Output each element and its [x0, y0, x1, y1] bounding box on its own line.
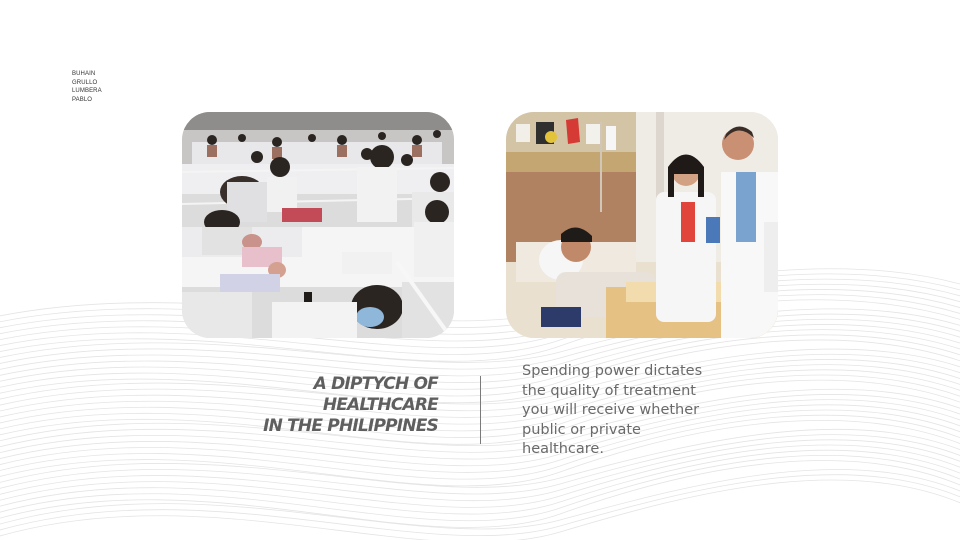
author-name: PABLO [72, 96, 93, 103]
title-line: HEALTHCARE [322, 395, 439, 415]
slide-title: A DIPTYCH OF HEALTHCARE IN THE PHILIPPIN… [240, 374, 439, 437]
title-line: A DIPTYCH OF [313, 374, 439, 394]
wave-line [0, 474, 960, 537]
description-line: healthcare. [522, 441, 604, 457]
description-line: you will receive whether [522, 402, 700, 418]
author-name: BUHAIN [72, 71, 96, 77]
wave-lines-background [0, 268, 960, 540]
author-name: GRULLO [72, 79, 98, 86]
wave-line [0, 278, 960, 335]
title-line: IN THE PHILIPPINES [263, 416, 439, 436]
description-line: Spending power dictates [522, 363, 703, 379]
description-line: public or private [522, 421, 641, 438]
private-hospital-photo [506, 112, 778, 338]
description-line: the quality of treatment [522, 382, 696, 399]
vertical-divider [480, 376, 481, 444]
author-list: BUHAIN GRULLO LUMBERA PABLO [72, 70, 102, 104]
public-hospital-photo [182, 112, 454, 338]
wave-line [0, 444, 960, 508]
slide-description: Spending power dictates the quality of t… [522, 362, 722, 460]
author-name: LUMBERA [72, 88, 102, 94]
